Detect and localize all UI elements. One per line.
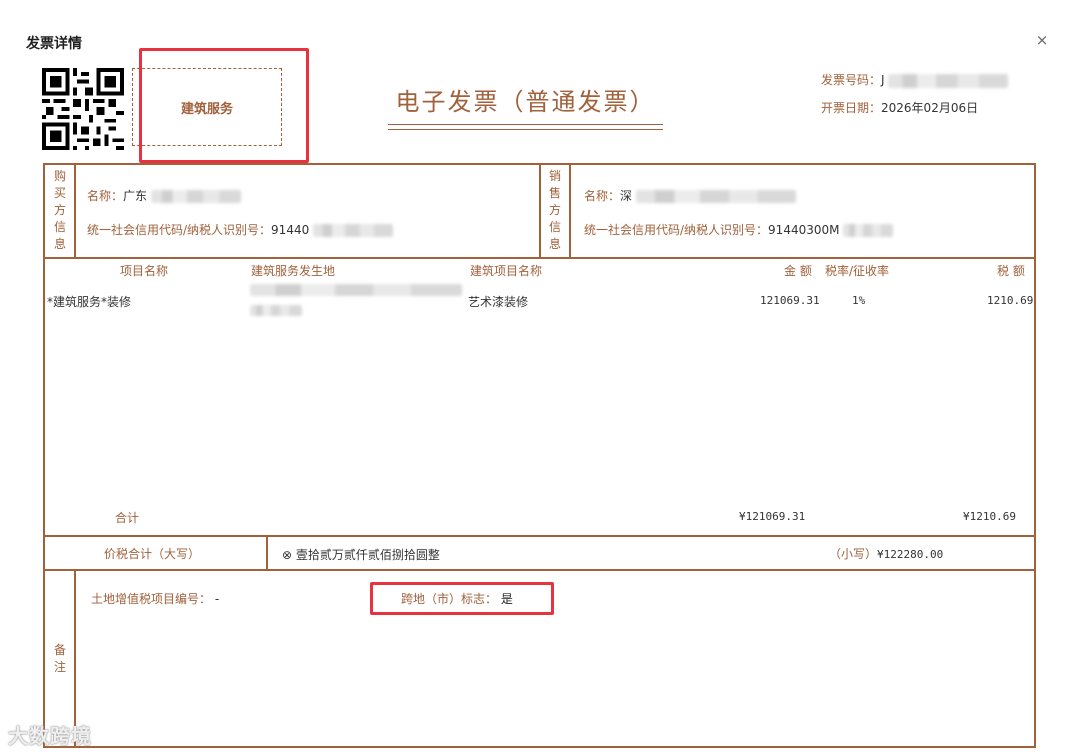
buyer-tax-id-value: 91440	[271, 223, 310, 237]
buyer-name: 名称：广东	[87, 187, 241, 204]
close-icon[interactable]: ×	[1034, 32, 1050, 48]
buyer-name-value: 广东	[123, 189, 148, 203]
invoice-number-value: J	[881, 73, 885, 87]
total-label: 合计	[115, 511, 140, 525]
invoice-date: 开票日期：2026年02月06日	[821, 101, 979, 115]
col-header-item-name: 项目名称	[120, 264, 169, 278]
redacted-location	[250, 284, 462, 296]
dialog-title: 发票详情	[26, 36, 82, 52]
item-amount: 121069.31	[760, 294, 820, 307]
seller-tax-id-value: 91440300M	[768, 223, 840, 237]
invoice-title: 电子发票（普通发票）	[395, 88, 656, 116]
item-project: 艺术漆装修	[468, 295, 529, 309]
col-header-tax: 税 额	[997, 264, 1025, 278]
redacted-area	[313, 224, 394, 237]
seller-section-label: 销售方信息	[548, 169, 561, 251]
grand-total-label: 价税合计（大写）	[104, 547, 201, 561]
grand-total-small-value: ¥122280.00	[877, 548, 944, 561]
redacted-location	[250, 305, 302, 316]
highlight-category	[139, 48, 309, 163]
land-vat-project-number: 土地增值税项目编号： -	[91, 592, 220, 606]
col-header-rate: 税率/征收率	[825, 264, 890, 278]
circle-x-icon: ⊗	[282, 548, 293, 562]
col-header-location: 建筑服务发生地	[251, 264, 336, 278]
redacted-area	[843, 224, 894, 237]
watermark-logo: 大数跨境	[8, 724, 92, 748]
highlight-cross-region	[370, 582, 554, 615]
item-rate: 1%	[852, 294, 866, 307]
total-tax: ¥1210.69	[963, 510, 1016, 523]
seller-tax-id: 统一社会信用代码/纳税人识别号：91440300M	[584, 221, 894, 238]
title-underline	[388, 124, 663, 125]
divider	[43, 569, 1036, 571]
buyer-section-label: 购买方信息	[53, 169, 66, 251]
grand-total-words: ⊗ 壹拾贰万贰仟贰佰捌拾圆整	[282, 546, 440, 563]
divider	[266, 535, 268, 570]
invoice-number: 发票号码：J	[821, 71, 1009, 88]
land-vat-value: -	[214, 592, 220, 606]
remarks-section-label: 备注	[53, 643, 66, 674]
redacted-area	[635, 190, 796, 203]
redacted-area	[150, 190, 241, 203]
item-name: *建筑服务*装修	[47, 295, 132, 309]
title-underline	[388, 129, 663, 130]
qr-code-icon	[42, 68, 124, 150]
invoice-date-value: 2026年02月06日	[881, 101, 979, 115]
col-header-amount: 金 额	[784, 264, 812, 278]
grand-total-words-value: 壹拾贰万贰仟贰佰捌拾圆整	[295, 548, 440, 562]
col-header-project: 建筑项目名称	[470, 264, 543, 278]
total-amount: ¥121069.31	[739, 510, 806, 523]
seller-name: 名称：深	[584, 187, 796, 204]
redacted-area	[888, 73, 1009, 88]
divider	[43, 535, 1036, 537]
item-tax: 1210.69	[987, 294, 1034, 307]
buyer-tax-id: 统一社会信用代码/纳税人识别号：91440	[87, 221, 394, 238]
divider	[74, 163, 76, 258]
divider	[569, 163, 571, 258]
seller-name-value: 深	[620, 189, 633, 203]
grand-total-small: （小写）¥122280.00	[829, 547, 944, 561]
